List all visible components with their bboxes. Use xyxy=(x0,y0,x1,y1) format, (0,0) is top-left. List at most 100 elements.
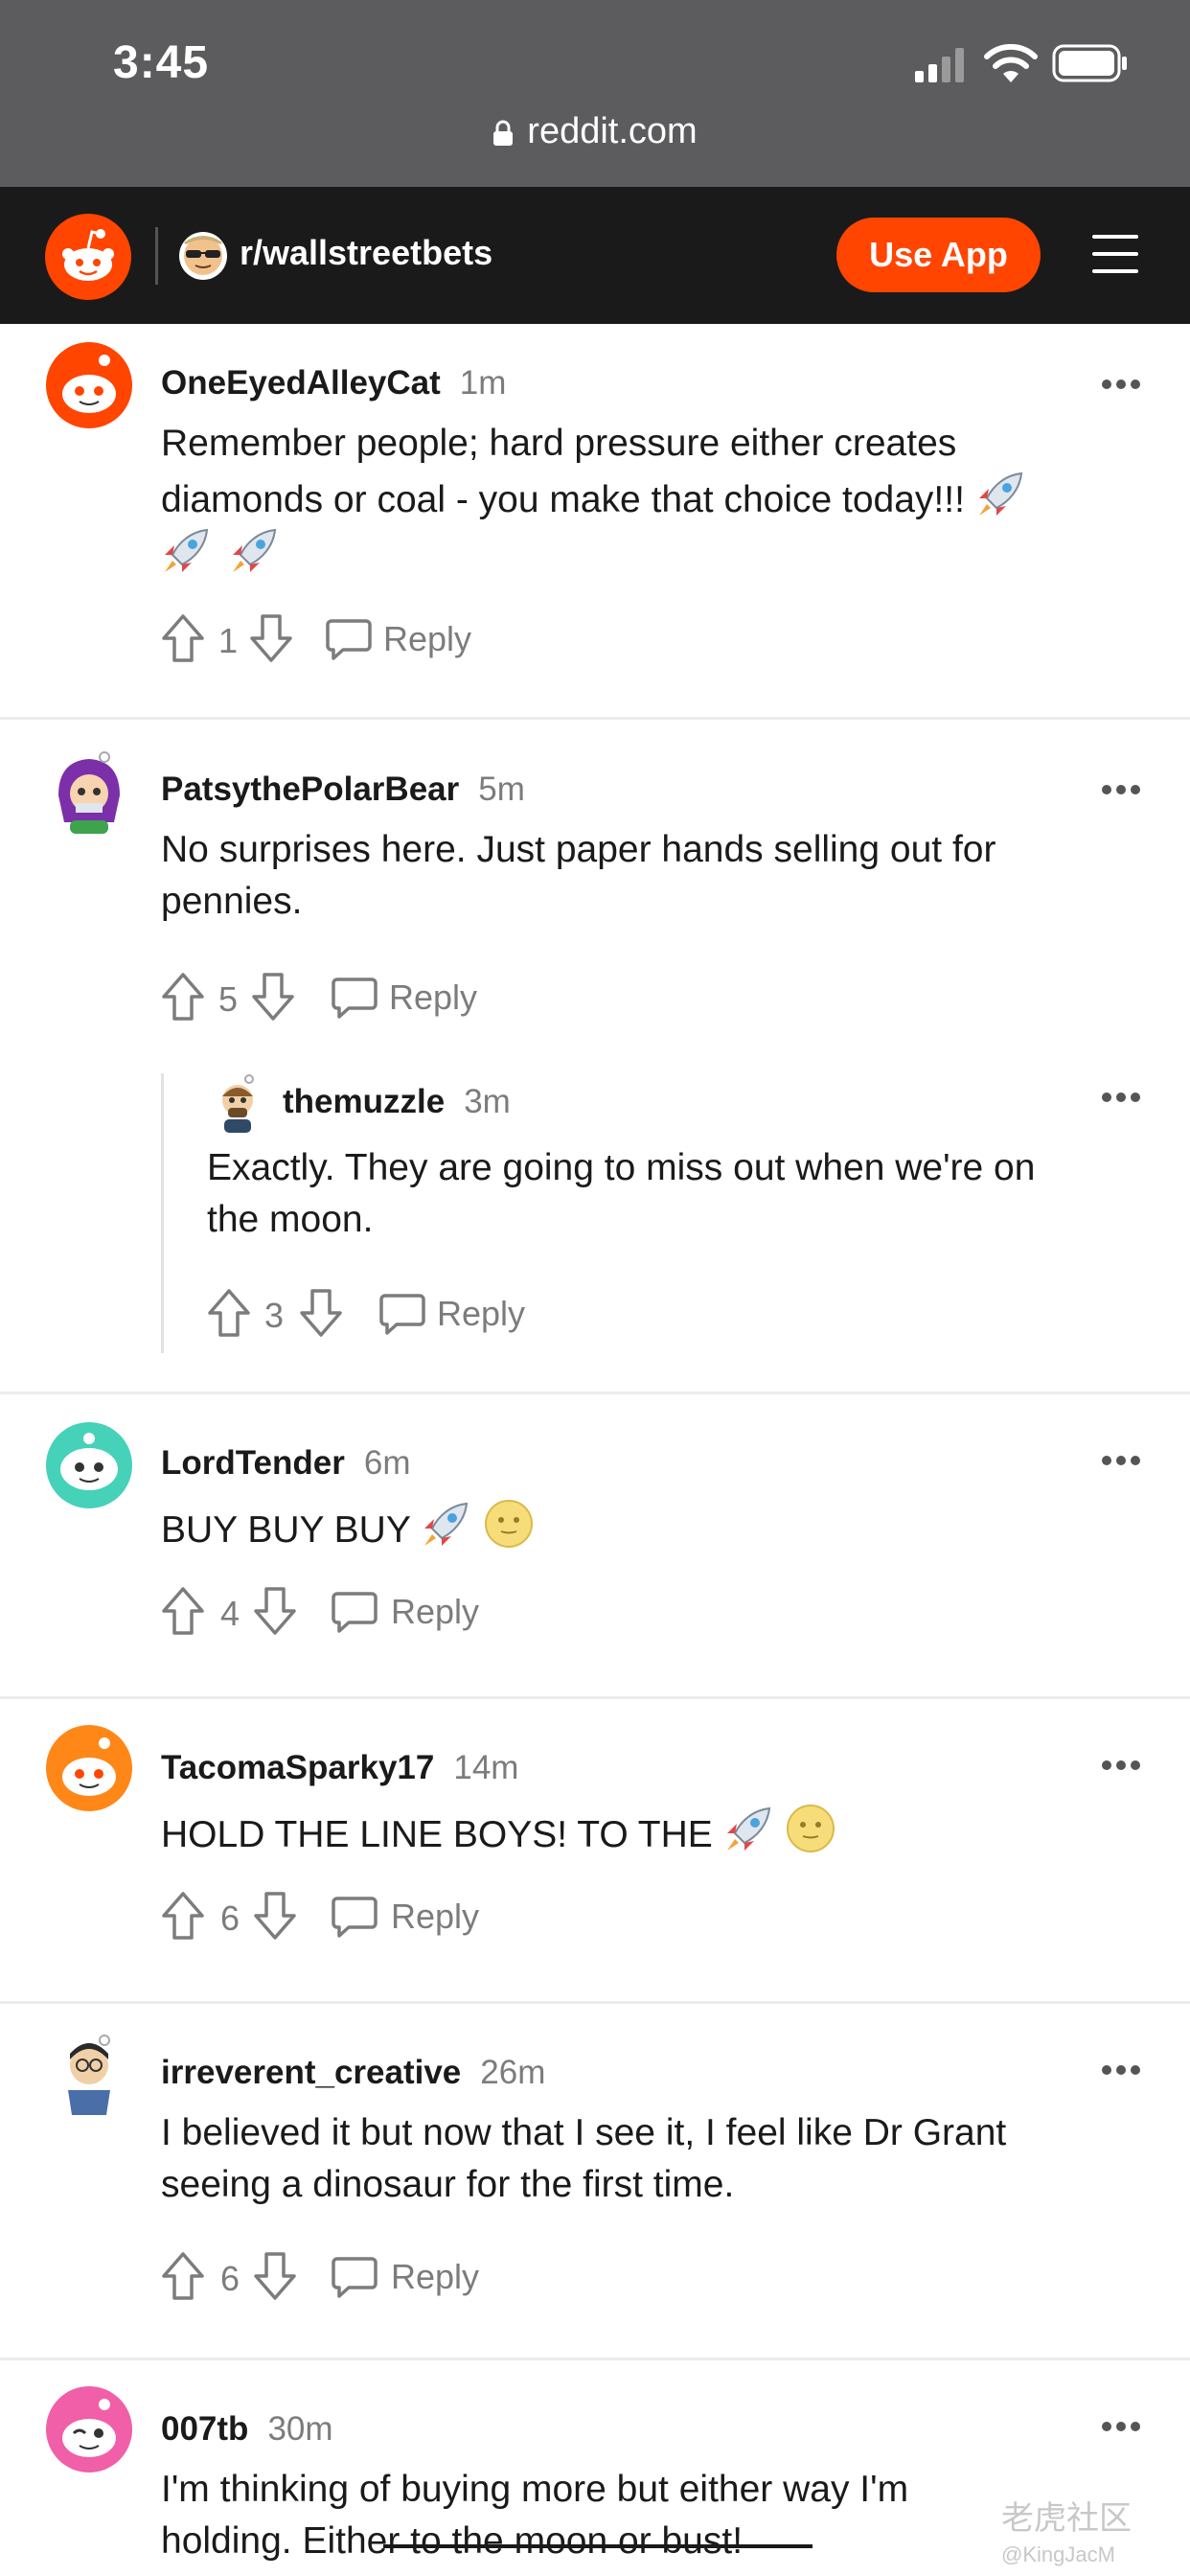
comment-meta: TacomaSparky17 14m xyxy=(161,1749,518,1787)
comment-author[interactable]: PatsythePolarBear xyxy=(161,770,459,808)
more-options-icon[interactable] xyxy=(1100,1759,1142,1772)
user-avatar[interactable] xyxy=(45,2031,133,2119)
comment-age: 14m xyxy=(453,1749,519,1786)
vote-count: 4 xyxy=(220,1594,240,1633)
rocket-icon xyxy=(423,1502,469,1546)
reply-button[interactable]: Reply xyxy=(391,2257,479,2297)
moon-icon xyxy=(484,1500,533,1548)
reply-icon[interactable] xyxy=(332,1895,378,1939)
reply-icon[interactable] xyxy=(326,617,372,661)
comment-body: Remember people; hard pressure either cr… xyxy=(161,418,1157,583)
reply-button[interactable]: Reply xyxy=(389,978,477,1018)
downvote-icon[interactable] xyxy=(253,1891,297,1941)
comment-text-line: pennies. xyxy=(161,881,303,922)
comment-actions: 6 Reply xyxy=(161,1891,544,1948)
rocket-icon xyxy=(165,528,209,572)
comment-separator xyxy=(0,717,1190,720)
comment-text-line: Remember people; hard pressure either cr… xyxy=(161,423,957,464)
user-avatar[interactable] xyxy=(45,1724,133,1812)
watermark-line2: @KingJacM xyxy=(1001,2542,1115,2566)
comment-author[interactable]: irreverent_creative xyxy=(161,2054,461,2091)
thread-line[interactable] xyxy=(161,1073,164,1353)
comment-age: 30m xyxy=(267,2410,333,2448)
comment-body: BUY BUY BUY xyxy=(161,1498,1157,1556)
address-bar[interactable]: reddit.com xyxy=(0,111,1190,152)
more-options-icon[interactable] xyxy=(1100,1091,1142,1104)
comment-author[interactable]: LordTender xyxy=(161,1444,345,1482)
more-options-icon[interactable] xyxy=(1100,378,1142,391)
downvote-icon[interactable] xyxy=(253,1586,297,1636)
comment-separator xyxy=(0,2001,1190,2004)
comment-author[interactable]: 007tb xyxy=(161,2410,248,2448)
more-options-icon[interactable] xyxy=(1100,2063,1142,2077)
upvote-icon[interactable] xyxy=(161,1586,205,1636)
upvote-icon[interactable] xyxy=(161,2251,205,2301)
more-options-icon[interactable] xyxy=(1100,2420,1142,2433)
comment-actions: 1 Reply xyxy=(161,613,544,671)
vote-count: 6 xyxy=(220,2259,240,2298)
comment-separator xyxy=(0,1392,1190,1394)
comment-meta: PatsythePolarBear 5m xyxy=(161,770,525,809)
comment-meta: irreverent_creative 26m xyxy=(161,2054,545,2092)
reply-button[interactable]: Reply xyxy=(391,1592,479,1632)
downvote-icon[interactable] xyxy=(299,1288,343,1338)
use-app-button[interactable]: Use App xyxy=(836,218,1041,292)
reply-button[interactable]: Reply xyxy=(391,1897,479,1937)
user-avatar[interactable] xyxy=(45,341,133,429)
user-avatar[interactable] xyxy=(45,2385,133,2473)
comment-author[interactable]: themuzzle xyxy=(283,1083,445,1120)
downvote-icon[interactable] xyxy=(251,972,295,1022)
browser-status-bar: 3:45 reddit.com xyxy=(0,0,1190,187)
comment-author[interactable]: OneEyedAlleyCat xyxy=(161,364,441,402)
comment-age: 26m xyxy=(480,2054,546,2091)
upvote-icon[interactable] xyxy=(161,1891,205,1941)
wifi-icon xyxy=(984,44,1038,82)
reply-icon[interactable] xyxy=(332,1590,378,1634)
comment-body: No surprises here. Just paper hands sell… xyxy=(161,824,1157,928)
vote-count: 5 xyxy=(218,979,239,1019)
menu-icon[interactable] xyxy=(1088,227,1142,281)
comment-text-line: Exactly. They are going to miss out when… xyxy=(207,1147,1036,1188)
reply-icon[interactable] xyxy=(332,2255,378,2299)
downvote-icon[interactable] xyxy=(253,2251,297,2301)
reply-button[interactable]: Reply xyxy=(437,1294,525,1334)
user-avatar[interactable] xyxy=(207,1073,268,1135)
rocket-icon xyxy=(726,1806,770,1851)
moon-icon xyxy=(787,1805,835,1852)
upvote-icon[interactable] xyxy=(161,613,205,663)
comment-separator xyxy=(0,1696,1190,1699)
user-avatar[interactable] xyxy=(45,748,133,836)
comment-meta: themuzzle 3m xyxy=(283,1083,511,1121)
url-text: reddit.com xyxy=(527,111,698,151)
comment-text-line: No surprises here. Just paper hands sell… xyxy=(161,829,996,870)
reply-icon[interactable] xyxy=(332,976,378,1020)
watermark: 老虎社区 @KingJacM xyxy=(1001,2492,1132,2567)
downvote-icon[interactable] xyxy=(249,613,293,663)
comment-actions: 6 Reply xyxy=(161,2251,544,2309)
cellular-signal-icon xyxy=(915,48,964,82)
battery-icon xyxy=(1052,44,1127,82)
upvote-icon[interactable] xyxy=(207,1288,251,1338)
watermark-line1: 老虎社区 xyxy=(1001,2500,1132,2537)
reddit-logo-icon[interactable] xyxy=(45,214,131,300)
more-options-icon[interactable] xyxy=(1100,783,1142,796)
upvote-icon[interactable] xyxy=(161,972,205,1022)
comment-author[interactable]: TacomaSparky17 xyxy=(161,1749,434,1786)
comment-age: 6m xyxy=(363,1444,411,1482)
comment-text-line: the moon. xyxy=(207,1199,374,1240)
comment-meta: LordTender 6m xyxy=(161,1444,410,1483)
user-avatar[interactable] xyxy=(45,1421,133,1509)
more-options-icon[interactable] xyxy=(1100,1454,1142,1467)
comment-text-line: diamonds or coal - you make that choice … xyxy=(161,479,965,520)
subreddit-name[interactable]: r/wallstreetbets xyxy=(240,233,492,273)
reply-button[interactable]: Reply xyxy=(383,619,471,659)
comment-actions: 4 Reply xyxy=(161,1586,544,1644)
comment-body: HOLD THE LINE BOYS! TO THE xyxy=(161,1803,1157,1861)
reply-icon[interactable] xyxy=(379,1292,425,1336)
comment-body: Exactly. They are going to miss out when… xyxy=(207,1142,1156,1246)
status-time: 3:45 xyxy=(113,37,210,88)
comment-text-line: BUY BUY BUY xyxy=(161,1509,411,1551)
subreddit-avatar-icon[interactable] xyxy=(178,231,228,281)
comment-actions: 3 Reply xyxy=(207,1288,590,1346)
reddit-header: r/wallstreetbets Use App xyxy=(0,187,1190,324)
